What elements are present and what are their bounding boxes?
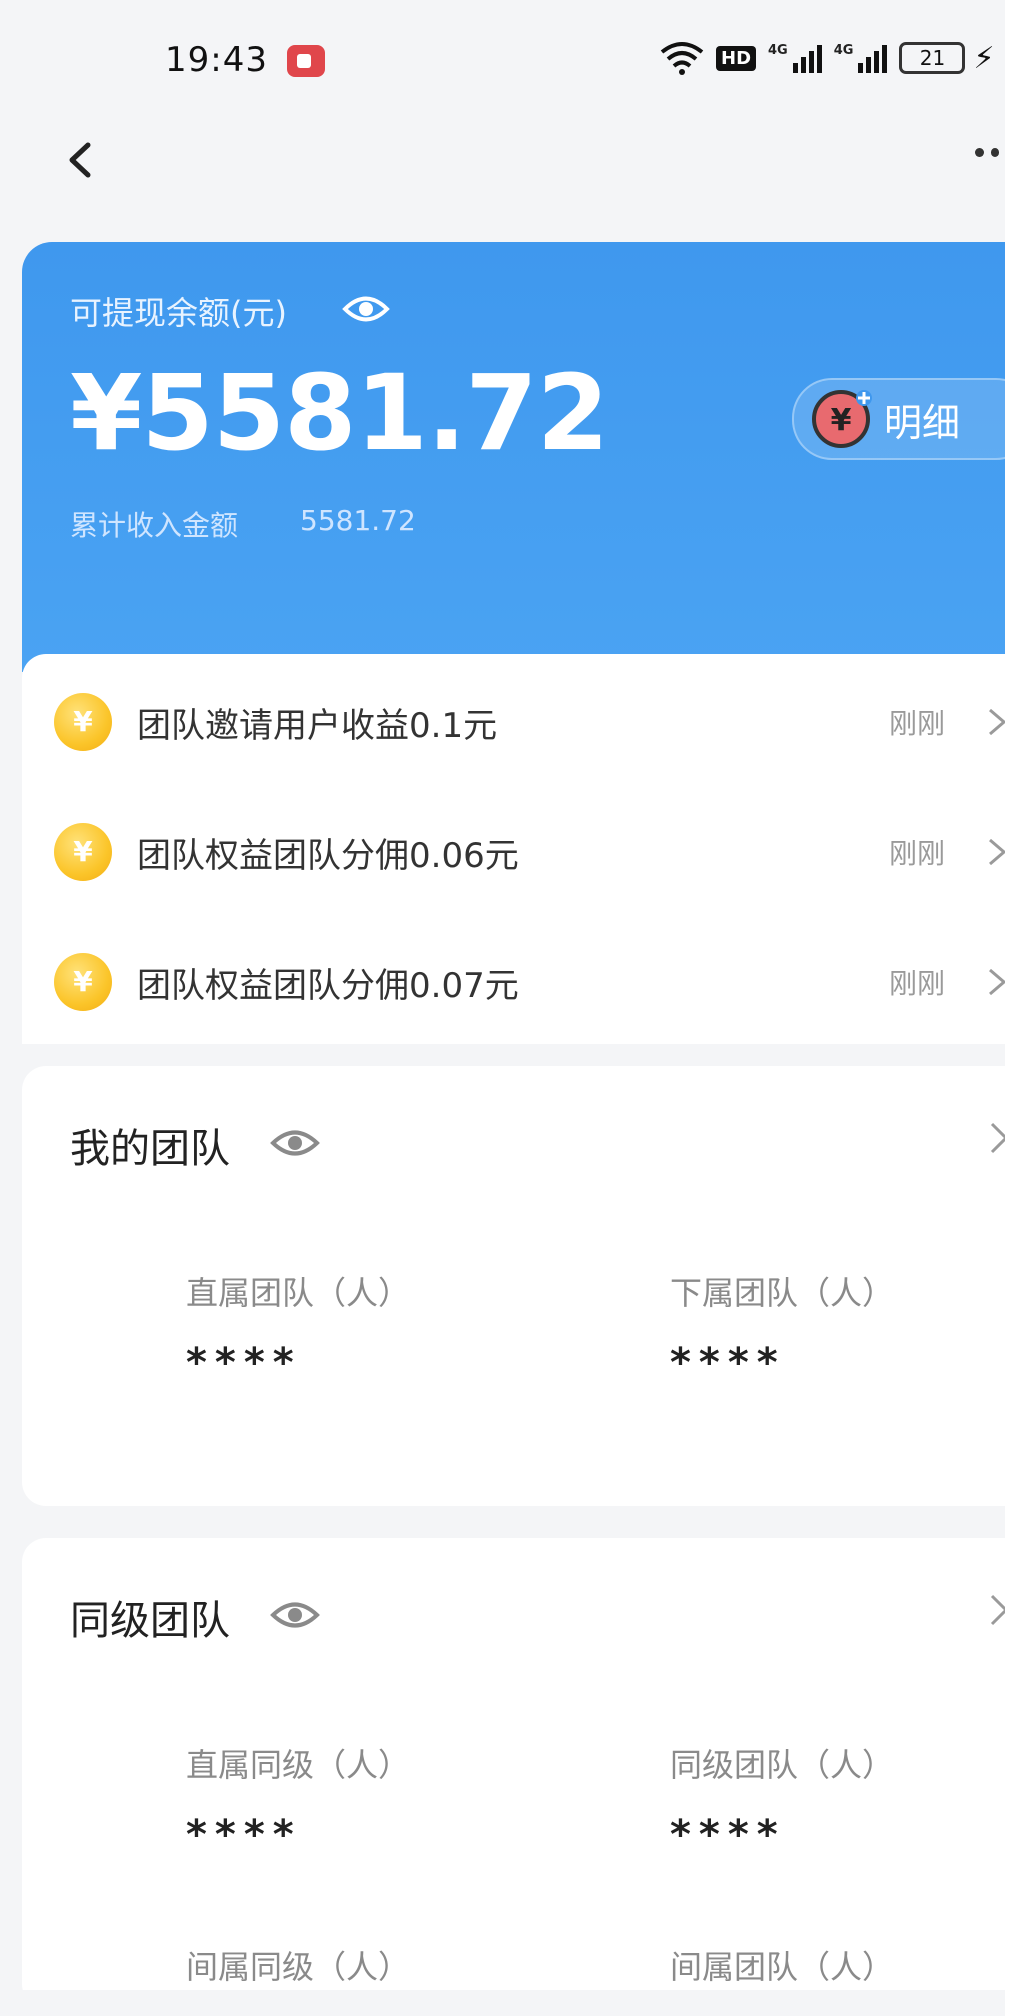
signal-icon-1: 4G xyxy=(768,43,822,73)
chevron-right-icon[interactable] xyxy=(984,1588,1005,1632)
balance-card: 可提现余额(元) ¥5581.72 累计收入金额 5581.72 ¥ 明细 xyxy=(22,242,1005,672)
status-time: 19:43 xyxy=(165,40,268,80)
notification-time: 刚刚 xyxy=(889,967,946,1000)
cumulative-income-value: 5581.72 xyxy=(300,504,416,537)
notification-row[interactable]: ¥ 团队权益团队分佣0.07元 刚刚 xyxy=(22,932,1005,1032)
detail-button-label: 明细 xyxy=(884,400,961,445)
notification-time: 刚刚 xyxy=(889,707,946,740)
hd-voice-icon: HD xyxy=(716,45,757,71)
coin-icon: ¥ xyxy=(54,953,112,1011)
indirect-team-label: 间属团队（人） xyxy=(670,1948,895,1986)
eye-icon[interactable] xyxy=(270,1600,320,1630)
status-bar: 19:43 HD 4G 4G 21 ⚡ xyxy=(0,0,1005,120)
my-team-title: 我的团队 xyxy=(70,1126,230,1172)
peer-team-count-label: 同级团队（人） xyxy=(670,1746,895,1784)
income-notification-list: ¥ 团队邀请用户收益0.1元 刚刚 ¥ 团队权益团队分佣0.06元 刚刚 ¥ 团… xyxy=(22,654,1005,1044)
coin-icon: ¥ xyxy=(54,693,112,751)
chevron-right-icon[interactable] xyxy=(984,1116,1005,1160)
eye-icon[interactable] xyxy=(342,294,390,324)
wifi-icon xyxy=(660,42,704,75)
notification-time: 刚刚 xyxy=(889,837,946,870)
peer-team-title: 同级团队 xyxy=(70,1598,230,1644)
detail-button[interactable]: ¥ 明细 xyxy=(792,378,1005,460)
eye-icon[interactable] xyxy=(270,1128,320,1158)
status-icons: HD 4G 4G 21 ⚡ xyxy=(660,38,995,78)
my-team-section: 我的团队 直属团队（人） **** 下属团队（人） **** xyxy=(22,1066,1005,1506)
edge-strip xyxy=(1005,0,1012,2016)
svg-text:¥: ¥ xyxy=(831,403,852,438)
notification-row[interactable]: ¥ 团队邀请用户收益0.1元 刚刚 xyxy=(22,672,1005,772)
notification-text: 团队邀请用户收益0.1元 xyxy=(137,705,498,746)
network-type-label: 4G xyxy=(833,43,854,58)
coin-icon: ¥ xyxy=(54,823,112,881)
chevron-right-icon xyxy=(989,968,1005,996)
more-options-icon[interactable] xyxy=(975,148,1005,168)
cumulative-income-label: 累计收入金额 xyxy=(70,509,239,542)
notification-text: 团队权益团队分佣0.07元 xyxy=(137,965,519,1006)
subordinate-team-label: 下属团队（人） xyxy=(670,1274,895,1312)
notification-text: 团队权益团队分佣0.06元 xyxy=(137,835,519,876)
screen-record-icon xyxy=(287,45,325,77)
peer-team-count-value: **** xyxy=(670,1812,786,1858)
notification-row[interactable]: ¥ 团队权益团队分佣0.06元 刚刚 xyxy=(22,802,1005,902)
direct-peer-label: 直属同级（人） xyxy=(186,1746,411,1784)
screen: 19:43 HD 4G 4G 21 ⚡ 可提现余额(元) ¥5581.72 累计… xyxy=(0,0,1005,2016)
indirect-peer-label: 间属同级（人） xyxy=(186,1948,411,1986)
direct-peer-value: **** xyxy=(186,1812,302,1858)
gesture-bar xyxy=(0,1990,1005,2016)
direct-team-value: **** xyxy=(186,1340,302,1386)
subordinate-team-value: **** xyxy=(670,1340,786,1386)
chevron-right-icon xyxy=(989,708,1005,736)
yuan-detail-icon: ¥ xyxy=(812,390,872,448)
balance-amount: ¥5581.72 xyxy=(70,352,609,474)
chevron-right-icon xyxy=(989,838,1005,866)
peer-team-section: 同级团队 直属同级（人） **** 同级团队（人） **** 间属同级（人） 间… xyxy=(22,1538,1005,2008)
withdrawable-balance-label: 可提现余额(元) xyxy=(70,294,287,332)
network-type-label: 4G xyxy=(768,43,788,58)
direct-team-label: 直属团队（人） xyxy=(186,1274,411,1312)
battery-icon: 21 xyxy=(899,42,966,74)
signal-icon-2: 4G xyxy=(834,43,888,73)
back-arrow-icon[interactable] xyxy=(60,135,100,185)
charging-icon: ⚡ xyxy=(973,40,995,76)
